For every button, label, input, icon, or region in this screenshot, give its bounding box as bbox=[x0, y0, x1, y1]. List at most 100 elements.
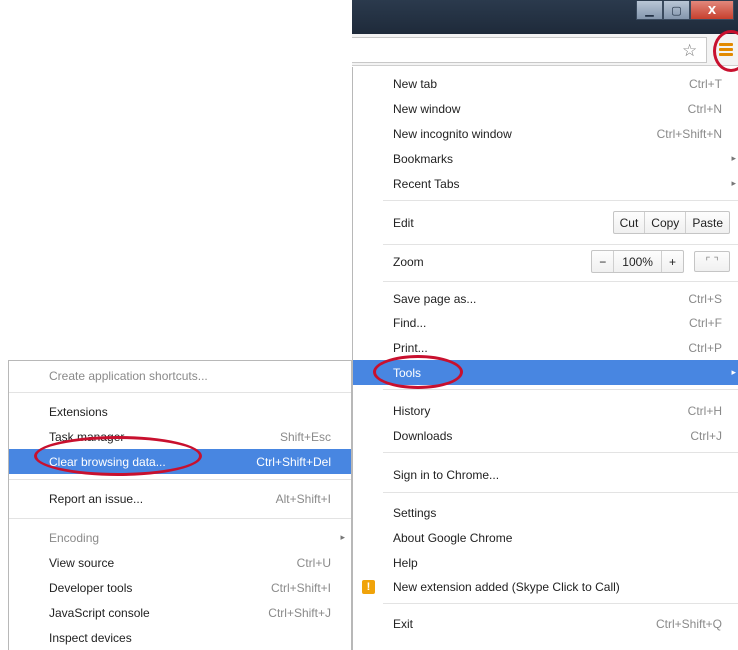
menu-item-label: Settings bbox=[393, 505, 437, 520]
menu-item-help[interactable]: Help bbox=[353, 550, 738, 575]
star-icon[interactable]: ☆ bbox=[682, 41, 697, 61]
menu-item-label: Bookmarks bbox=[393, 151, 454, 166]
browser-toolbar: ☆ bbox=[352, 34, 738, 66]
menu-separator bbox=[383, 281, 738, 282]
submenu-item-report-issue[interactable]: Report an issue... Alt+Shift+I bbox=[9, 486, 351, 511]
menu-item-zoom: Zoom − 100% + ⌜ ⌝ bbox=[353, 249, 738, 274]
submenu-item-create-shortcuts: Create application shortcuts... bbox=[9, 363, 351, 388]
menu-item-extension-notice[interactable]: ! New extension added (Skype Click to Ca… bbox=[353, 574, 738, 599]
chevron-right-icon: ▸ bbox=[731, 178, 736, 188]
menu-item-label: Save page as... bbox=[393, 291, 477, 306]
menu-item-shortcut: Ctrl+H bbox=[687, 403, 722, 418]
menu-item-label: Create application shortcuts... bbox=[49, 368, 208, 383]
chevron-right-icon: ▸ bbox=[731, 367, 736, 377]
submenu-item-view-source[interactable]: View source Ctrl+U bbox=[9, 550, 351, 575]
menu-item-downloads[interactable]: Downloads Ctrl+J bbox=[353, 423, 738, 448]
menu-item-label: Extensions bbox=[49, 404, 108, 419]
submenu-item-encoding[interactable]: Encoding ▸ bbox=[9, 525, 351, 550]
zoom-in-button[interactable]: + bbox=[662, 251, 683, 272]
menu-separator bbox=[9, 392, 351, 393]
menu-item-new-incognito-window[interactable]: New incognito window Ctrl+Shift+N bbox=[353, 121, 738, 146]
warning-icon: ! bbox=[362, 579, 375, 594]
menu-item-shortcut: Ctrl+P bbox=[688, 340, 722, 355]
menu-item-label: History bbox=[393, 403, 431, 418]
menu-item-sign-in[interactable]: Sign in to Chrome... bbox=[353, 462, 738, 487]
menu-item-shortcut: Alt+Shift+I bbox=[275, 491, 331, 506]
menu-item-label: Sign in to Chrome... bbox=[393, 467, 500, 482]
minimize-button[interactable]: ▁ bbox=[636, 1, 663, 20]
menu-item-shortcut: Ctrl+Shift+N bbox=[656, 126, 722, 141]
chevron-right-icon: ▸ bbox=[731, 153, 736, 163]
menu-item-label: Report an issue... bbox=[49, 491, 144, 506]
menu-item-label: Downloads bbox=[393, 428, 453, 443]
menu-item-shortcut: Ctrl+Shift+Q bbox=[655, 616, 722, 631]
menu-item-shortcut: Ctrl+Shift+Del bbox=[256, 454, 331, 469]
zoom-out-button[interactable]: − bbox=[592, 251, 613, 272]
menu-separator bbox=[383, 603, 738, 604]
menu-item-find[interactable]: Find... Ctrl+F bbox=[353, 310, 738, 335]
menu-item-recent-tabs[interactable]: Recent Tabs ▸ bbox=[353, 171, 738, 196]
zoom-level: 100% bbox=[613, 251, 662, 272]
menu-item-label: JavaScript console bbox=[49, 605, 150, 620]
close-button[interactable]: X bbox=[690, 1, 734, 20]
menu-item-history[interactable]: History Ctrl+H bbox=[353, 398, 738, 423]
menu-item-edit: Edit Cut Copy Paste bbox=[353, 210, 738, 235]
window-controls: ▁ ▢ X bbox=[636, 1, 734, 20]
menu-item-shortcut: Ctrl+U bbox=[296, 555, 331, 570]
menu-item-exit[interactable]: Exit Ctrl+Shift+Q bbox=[353, 611, 738, 636]
menu-item-shortcut: Ctrl+Shift+J bbox=[268, 605, 331, 620]
menu-item-shortcut: Ctrl+N bbox=[687, 101, 722, 116]
menu-item-bookmarks[interactable]: Bookmarks ▸ bbox=[353, 146, 738, 171]
edit-button-group: Cut Copy Paste bbox=[612, 211, 730, 234]
menu-item-shortcut: Ctrl+T bbox=[689, 76, 722, 91]
annotation-oval-clear-browsing bbox=[34, 436, 202, 476]
annotation-oval-tools bbox=[373, 355, 463, 389]
menu-item-label: Exit bbox=[393, 616, 414, 631]
menu-item-label: Inspect devices bbox=[49, 630, 132, 645]
menu-item-label: New window bbox=[393, 101, 461, 116]
chevron-right-icon: ▸ bbox=[340, 532, 345, 542]
menu-item-label: Recent Tabs bbox=[393, 176, 460, 191]
cut-button[interactable]: Cut bbox=[614, 212, 645, 233]
menu-item-shortcut: Shift+Esc bbox=[279, 429, 331, 444]
menu-item-settings[interactable]: Settings bbox=[353, 500, 738, 525]
submenu-item-javascript-console[interactable]: JavaScript console Ctrl+Shift+J bbox=[9, 600, 351, 625]
maximize-button[interactable]: ▢ bbox=[663, 1, 690, 20]
menu-item-shortcut: Ctrl+J bbox=[690, 428, 722, 443]
menu-separator bbox=[383, 492, 738, 493]
copy-button[interactable]: Copy bbox=[644, 212, 685, 233]
submenu-item-developer-tools[interactable]: Developer tools Ctrl+Shift+I bbox=[9, 575, 351, 600]
omnibox[interactable]: ☆ bbox=[352, 37, 707, 63]
paste-button[interactable]: Paste bbox=[685, 212, 729, 233]
menu-item-shortcut: Ctrl+S bbox=[688, 291, 722, 306]
submenu-item-inspect-devices[interactable]: Inspect devices bbox=[9, 625, 351, 650]
tools-submenu: Create application shortcuts... Extensio… bbox=[8, 360, 352, 650]
menu-item-label: Print... bbox=[393, 340, 428, 355]
menu-item-new-window[interactable]: New window Ctrl+N bbox=[353, 96, 738, 121]
menu-item-label: Find... bbox=[393, 315, 427, 330]
menu-item-shortcut: Ctrl+F bbox=[689, 315, 722, 330]
submenu-item-extensions[interactable]: Extensions bbox=[9, 399, 351, 424]
menu-item-label: New tab bbox=[393, 76, 438, 91]
menu-item-label: Edit bbox=[393, 215, 414, 230]
menu-separator bbox=[383, 452, 738, 453]
menu-item-new-tab[interactable]: New tab Ctrl+T bbox=[353, 71, 738, 96]
menu-item-about[interactable]: About Google Chrome bbox=[353, 525, 738, 550]
menu-separator bbox=[9, 518, 351, 519]
window-titlebar: ▁ ▢ X bbox=[352, 0, 738, 34]
menu-item-label: New incognito window bbox=[393, 126, 512, 141]
menu-item-save-page[interactable]: Save page as... Ctrl+S bbox=[353, 286, 738, 311]
zoom-controls: − 100% + bbox=[591, 250, 684, 273]
menu-separator bbox=[383, 244, 738, 245]
menu-separator bbox=[383, 200, 738, 201]
menu-item-label: About Google Chrome bbox=[393, 530, 513, 545]
menu-item-label: View source bbox=[49, 555, 115, 570]
menu-item-label: Help bbox=[393, 555, 418, 570]
menu-separator bbox=[9, 479, 351, 480]
menu-item-shortcut: Ctrl+Shift+I bbox=[270, 580, 331, 595]
menu-item-label: New extension added (Skype Click to Call… bbox=[393, 579, 620, 594]
fullscreen-icon[interactable]: ⌜ ⌝ bbox=[694, 251, 730, 272]
menu-separator bbox=[383, 389, 738, 390]
menu-item-label: Developer tools bbox=[49, 580, 133, 595]
menu-item-label: Encoding bbox=[49, 530, 100, 545]
